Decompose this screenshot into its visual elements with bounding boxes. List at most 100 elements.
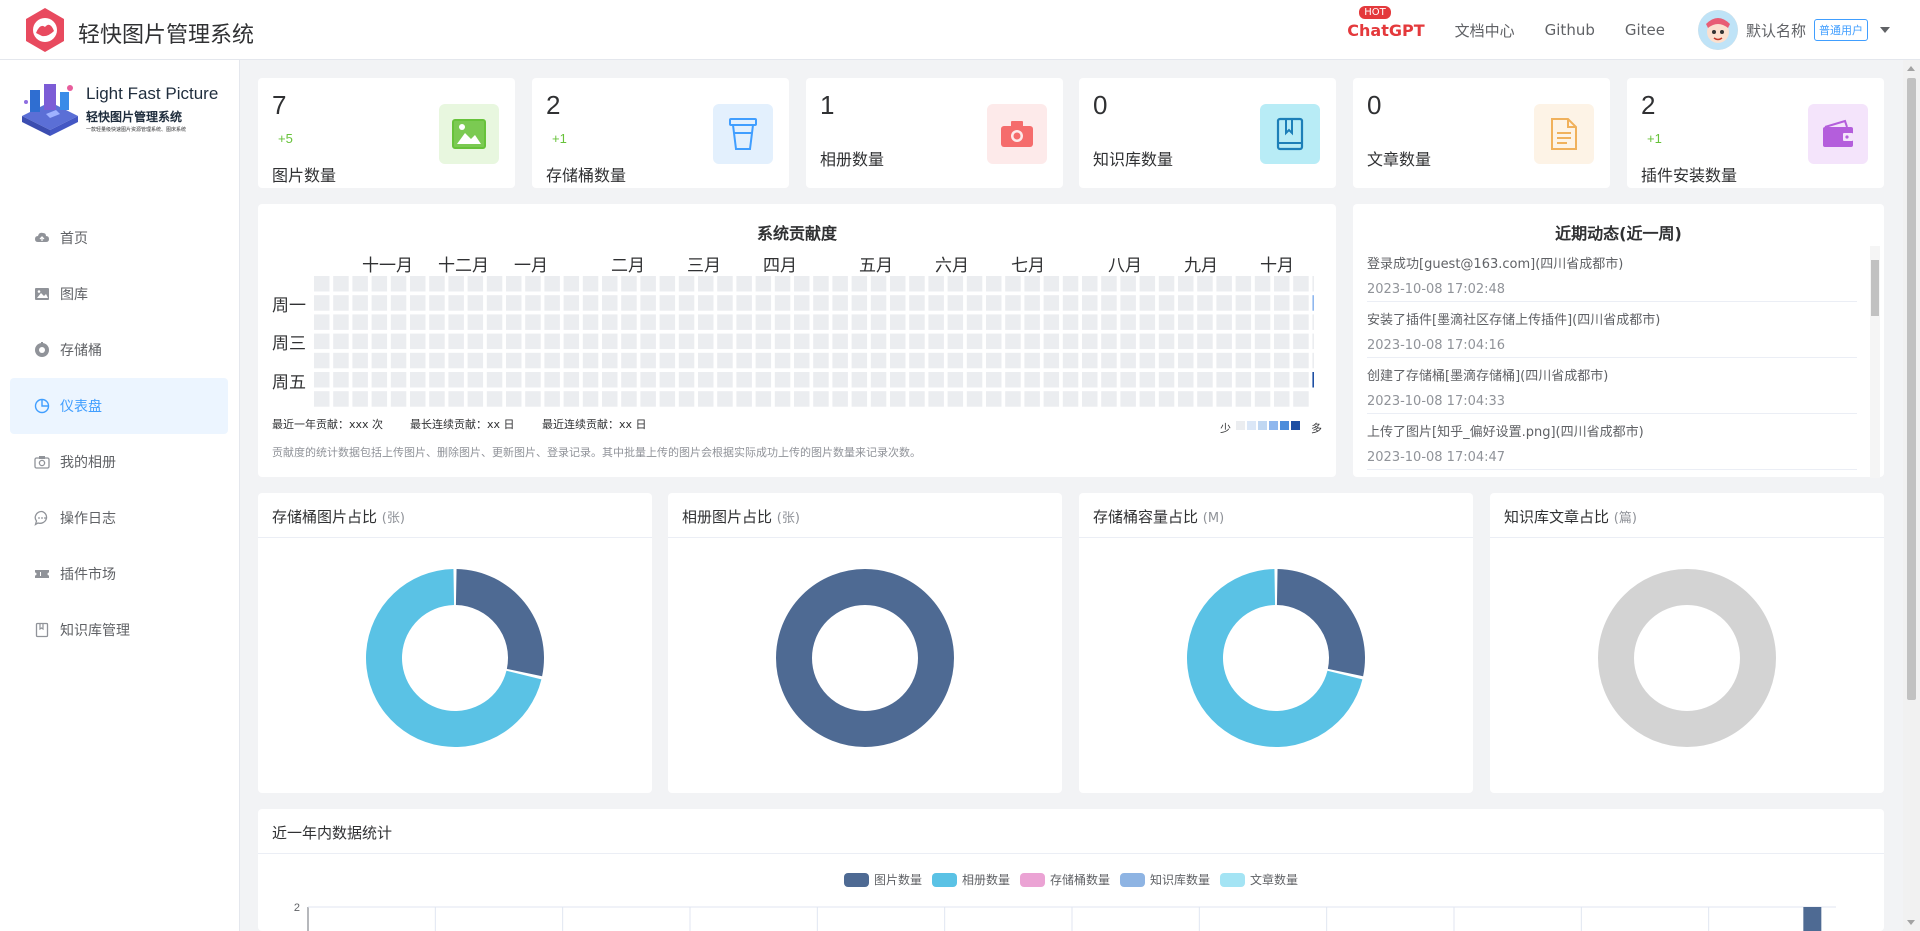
contribution-cell[interactable] — [1120, 314, 1136, 330]
contribution-cell[interactable] — [1120, 372, 1136, 388]
contribution-cell[interactable] — [1293, 314, 1309, 330]
contribution-cell[interactable] — [506, 391, 522, 407]
contribution-cell[interactable] — [659, 295, 676, 311]
contribution-cell[interactable] — [870, 391, 887, 407]
contribution-cell[interactable] — [1024, 391, 1040, 407]
contribution-cell[interactable] — [736, 352, 752, 369]
contribution-cell[interactable] — [890, 352, 906, 369]
contribution-cell[interactable] — [582, 372, 599, 388]
contribution-cell[interactable] — [563, 314, 580, 330]
contribution-cell[interactable] — [717, 333, 733, 350]
contribution-cell[interactable] — [1120, 391, 1136, 407]
contribution-cell[interactable] — [1178, 314, 1194, 330]
donut-chart[interactable] — [258, 538, 652, 793]
contribution-cell[interactable] — [678, 333, 695, 350]
contribution-cell[interactable] — [890, 314, 906, 330]
contribution-cell[interactable] — [333, 352, 349, 369]
contribution-cell[interactable] — [1062, 391, 1079, 407]
contribution-cell[interactable] — [506, 372, 522, 388]
contribution-cell[interactable] — [678, 314, 695, 330]
contribution-cell[interactable] — [986, 333, 1002, 350]
contribution-cell[interactable] — [736, 391, 752, 407]
contribution-cell[interactable] — [851, 333, 868, 350]
contribution-cell[interactable] — [1312, 295, 1314, 311]
donut-slice[interactable] — [455, 569, 544, 677]
stat-card-articles[interactable]: 0 文章数量 — [1353, 78, 1610, 188]
contribution-cell[interactable] — [371, 276, 388, 292]
nav-github-link[interactable]: Github — [1545, 21, 1595, 39]
nav-docs-link[interactable]: 文档中心 — [1455, 20, 1515, 41]
contribution-cell[interactable] — [851, 295, 868, 311]
contribution-cell[interactable] — [986, 352, 1002, 369]
contribution-cell[interactable] — [544, 295, 560, 311]
contribution-cell[interactable] — [909, 276, 925, 292]
contribution-cell[interactable] — [813, 372, 829, 388]
contribution-cell[interactable] — [448, 352, 464, 369]
contribution-cell[interactable] — [1082, 333, 1098, 350]
contribution-cell[interactable] — [390, 352, 407, 369]
contribution-cell[interactable] — [1254, 352, 1271, 369]
avatar[interactable] — [1697, 10, 1738, 50]
contribution-cell[interactable] — [544, 333, 560, 350]
contribution-cell[interactable] — [1197, 352, 1213, 369]
contribution-cell[interactable] — [813, 295, 829, 311]
contribution-cell[interactable] — [506, 333, 522, 350]
contribution-cell[interactable] — [352, 352, 368, 369]
contribution-cell[interactable] — [870, 276, 887, 292]
contribution-cell[interactable] — [832, 276, 848, 292]
contribution-cell[interactable] — [1139, 314, 1156, 330]
stat-card-images[interactable]: 7 +5 图片数量 — [258, 78, 515, 188]
donut-chart[interactable] — [668, 538, 1062, 793]
contribution-cell[interactable] — [851, 314, 868, 330]
contribution-cell[interactable] — [1178, 295, 1194, 311]
contribution-cell[interactable] — [429, 333, 445, 350]
contribution-cell[interactable] — [352, 276, 368, 292]
nav-chatgpt-link[interactable]: HOT ChatGPT — [1347, 5, 1425, 40]
contribution-cell[interactable] — [832, 314, 848, 330]
contribution-cell[interactable] — [928, 276, 944, 292]
contribution-cell[interactable] — [525, 391, 541, 407]
contribution-cell[interactable] — [1197, 276, 1213, 292]
app-logo-icon[interactable] — [22, 7, 68, 53]
contribution-cell[interactable] — [774, 391, 791, 407]
contribution-cell[interactable] — [1274, 276, 1290, 292]
contribution-cell[interactable] — [1139, 391, 1156, 407]
contribution-cell[interactable] — [314, 276, 330, 292]
activity-list[interactable]: 登录成功[guest@163.com](四川省成都市) 2023-10-08 1… — [1367, 246, 1857, 478]
contribution-cell[interactable] — [1293, 391, 1309, 407]
contribution-cell[interactable] — [352, 372, 368, 388]
contribution-cell[interactable] — [506, 314, 522, 330]
contribution-cell[interactable] — [563, 372, 580, 388]
contribution-cell[interactable] — [755, 352, 772, 369]
contribution-cell[interactable] — [640, 314, 656, 330]
contribution-cell[interactable] — [390, 372, 407, 388]
contribution-cell[interactable] — [1158, 314, 1175, 330]
contribution-cell[interactable] — [755, 391, 772, 407]
list-item[interactable]: 登录成功[guest@163.com](四川省成都市) 2023-10-08 1… — [1367, 246, 1857, 302]
stat-card-buckets[interactable]: 2 +1 存储桶数量 — [532, 78, 789, 188]
scroll-up-arrow-icon[interactable] — [1907, 66, 1915, 71]
contribution-cell[interactable] — [832, 391, 848, 407]
contribution-cell[interactable] — [563, 391, 580, 407]
contribution-cell[interactable] — [448, 372, 464, 388]
contribution-cell[interactable] — [410, 295, 426, 311]
contribution-cell[interactable] — [717, 295, 733, 311]
contribution-cell[interactable] — [774, 314, 791, 330]
contribution-cell[interactable] — [544, 314, 560, 330]
contribution-cell[interactable] — [794, 295, 810, 311]
contribution-cell[interactable] — [1235, 352, 1252, 369]
contribution-cell[interactable] — [890, 391, 906, 407]
contribution-cell[interactable] — [467, 333, 484, 350]
contribution-cell[interactable] — [1024, 372, 1040, 388]
contribution-cell[interactable] — [371, 391, 388, 407]
contribution-cell[interactable] — [755, 333, 772, 350]
contribution-cell[interactable] — [774, 295, 791, 311]
contribution-cell[interactable] — [870, 352, 887, 369]
contribution-cell[interactable] — [467, 352, 484, 369]
contribution-cell[interactable] — [1254, 276, 1271, 292]
contribution-cell[interactable] — [314, 372, 330, 388]
contribution-cell[interactable] — [467, 391, 484, 407]
contribution-cell[interactable] — [1120, 352, 1136, 369]
donut-slice[interactable] — [1276, 569, 1365, 677]
contribution-cell[interactable] — [448, 295, 464, 311]
